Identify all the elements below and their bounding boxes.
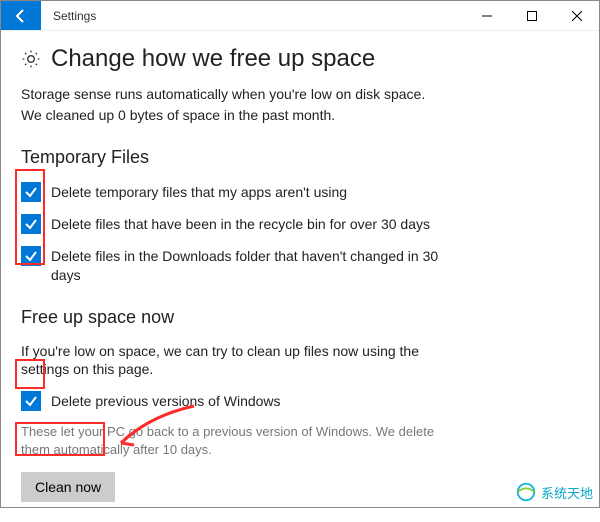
checkbox-row-downloads: Delete files in the Downloads folder tha…: [21, 246, 579, 285]
minimize-button[interactable]: [464, 1, 509, 30]
checkbox-label-prev-windows: Delete previous versions of Windows: [51, 391, 281, 411]
titlebar: Settings: [1, 1, 599, 31]
check-icon: [24, 217, 38, 231]
check-icon: [24, 249, 38, 263]
freeup-note: These let your PC go back to a previous …: [21, 423, 441, 458]
close-icon: [572, 11, 582, 21]
checkbox-row-recycle-bin: Delete files that have been in the recyc…: [21, 214, 579, 234]
clean-now-button[interactable]: Clean now: [21, 472, 115, 502]
checkbox-row-temp-apps: Delete temporary files that my apps aren…: [21, 182, 579, 202]
freeup-intro: If you're low on space, we can try to cl…: [21, 342, 441, 380]
page-title: Change how we free up space: [51, 45, 375, 73]
page-description-2: We cleaned up 0 bytes of space in the pa…: [21, 106, 579, 125]
section-heading-freeup: Free up space now: [21, 307, 579, 328]
content-area: Change how we free up space Storage sens…: [1, 31, 599, 522]
checkbox-label-temp-apps: Delete temporary files that my apps aren…: [51, 182, 347, 202]
check-icon: [24, 394, 38, 408]
checkbox-recycle-bin[interactable]: [21, 214, 41, 234]
checkbox-label-downloads: Delete files in the Downloads folder tha…: [51, 246, 451, 285]
checkbox-temp-apps[interactable]: [21, 182, 41, 202]
back-button[interactable]: [1, 1, 41, 30]
section-heading-temp: Temporary Files: [21, 147, 579, 168]
checkbox-prev-windows[interactable]: [21, 391, 41, 411]
checkbox-label-recycle-bin: Delete files that have been in the recyc…: [51, 214, 430, 234]
maximize-icon: [527, 11, 537, 21]
maximize-button[interactable]: [509, 1, 554, 30]
checkbox-row-prev-windows: Delete previous versions of Windows: [21, 391, 579, 411]
page-description-1: Storage sense runs automatically when yo…: [21, 85, 579, 104]
window-title: Settings: [41, 1, 108, 30]
arrow-left-icon: [13, 8, 29, 24]
page-heading-row: Change how we free up space: [21, 45, 579, 73]
gear-icon: [21, 49, 41, 69]
titlebar-spacer: [108, 1, 464, 30]
minimize-icon: [482, 11, 492, 21]
check-icon: [24, 185, 38, 199]
close-button[interactable]: [554, 1, 599, 30]
checkbox-downloads[interactable]: [21, 246, 41, 266]
